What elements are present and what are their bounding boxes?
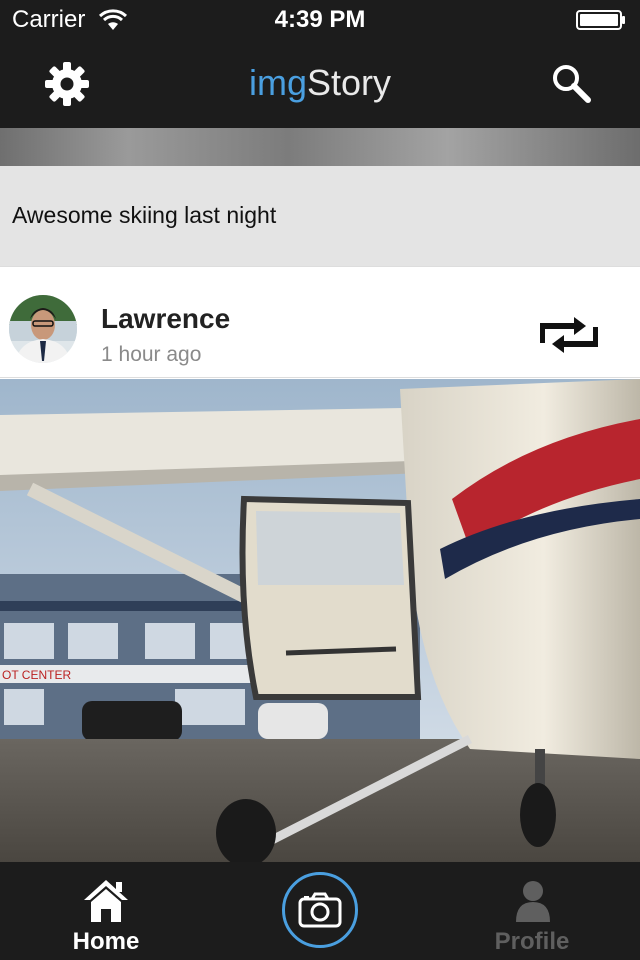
tab-bar: Home Profile: [0, 862, 640, 960]
post-image[interactable]: OT CENTER: [0, 379, 640, 862]
previous-post-image[interactable]: [0, 128, 640, 166]
feed[interactable]: Awesome skiing last night Lawrence 1 hou…: [0, 128, 640, 862]
status-bar: Carrier 4:39 PM: [0, 0, 640, 40]
profile-icon: [516, 881, 550, 922]
camera-icon: [298, 892, 342, 928]
tab-home-label: Home: [72, 928, 140, 955]
tab-profile-label: Profile: [494, 928, 570, 955]
app-title: imgStory: [0, 62, 640, 104]
home-icon: [84, 880, 128, 922]
avatar[interactable]: [9, 295, 77, 363]
search-icon[interactable]: [550, 62, 594, 106]
post-username[interactable]: Lawrence: [101, 303, 230, 335]
previous-post-caption-bar: Awesome skiing last night: [0, 166, 640, 266]
post-timestamp: 1 hour ago: [101, 343, 202, 366]
top-bar: Carrier 4:39 PM imgStory: [0, 0, 640, 128]
app-title-img: img: [248, 62, 307, 103]
clock: 4:39 PM: [274, 6, 366, 33]
app-title-story: Story: [306, 62, 392, 103]
nav-bar: imgStory: [0, 40, 640, 128]
repost-icon[interactable]: [540, 317, 598, 353]
post-header: Lawrence 1 hour ago: [0, 266, 640, 378]
svg-text:OT CENTER: OT CENTER: [2, 668, 71, 682]
tab-home[interactable]: Home: [46, 862, 166, 960]
camera-button[interactable]: [280, 862, 360, 960]
battery-icon: [576, 10, 625, 30]
tab-profile[interactable]: Profile: [472, 862, 592, 960]
post-caption: Awesome skiing last night: [12, 202, 277, 228]
